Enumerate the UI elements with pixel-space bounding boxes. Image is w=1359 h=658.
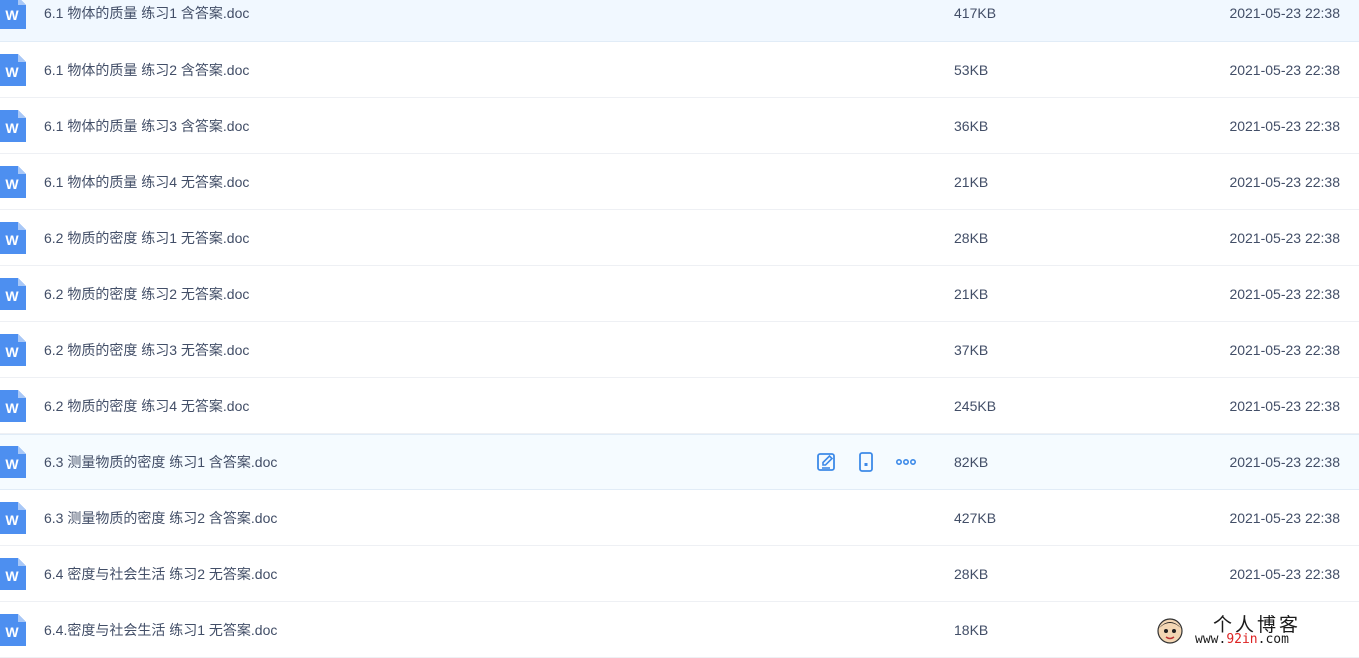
file-modified: 2021-05-23 22:38 <box>1229 61 1340 78</box>
file-row[interactable]: W 6.1 物体的质量 练习4 无答案.doc 21KB 2021-05-23 22:… <box>0 154 1359 210</box>
file-modified: 2021-05-23 22:38 <box>1229 229 1340 246</box>
file-name[interactable]: 6.2 物质的密度 练习1 无答案.doc <box>44 228 249 248</box>
svg-text:W: W <box>5 512 19 528</box>
file-row[interactable]: W 6.2 物质的密度 练习1 无答案.doc 28KB 2021-05-23 22:… <box>0 210 1359 266</box>
svg-text:W: W <box>5 568 19 584</box>
svg-text:W: W <box>5 232 19 248</box>
file-size: 427KB <box>954 509 997 526</box>
file-name[interactable]: 6.1 物体的质量 练习1 含答案.doc <box>44 3 249 23</box>
file-row[interactable]: W 6.3 测量物质的密度 练习2 含答案.doc 427KB 2021-05-23 … <box>0 490 1359 546</box>
file-row[interactable]: W 6.1 物体的质量 练习2 含答案.doc 53KB 2021-05-23 22:… <box>0 42 1359 98</box>
file-row[interactable]: W 6.1 物体的质量 练习3 含答案.doc 36KB 2021-05-23 22:… <box>0 98 1359 154</box>
svg-text:W: W <box>5 624 19 640</box>
watermark: 个人博客 www.92in.com <box>1155 614 1341 654</box>
more-icon[interactable] <box>895 451 917 473</box>
svg-text:W: W <box>5 64 19 80</box>
file-modified: 2021-05-23 22:38 <box>1229 173 1340 190</box>
file-size: 245KB <box>954 397 997 414</box>
file-modified: 2021-05-23 22:38 <box>1229 509 1340 526</box>
word-doc-icon: W <box>0 53 26 86</box>
file-row[interactable]: W 6.4 密度与社会生活 练习2 无答案.doc 28KB 2021-05-23 2… <box>0 546 1359 602</box>
file-row[interactable]: W 6.2 物质的密度 练习2 无答案.doc 21KB 2021-05-23 22:… <box>0 266 1359 322</box>
file-size: 36KB <box>954 117 989 134</box>
word-doc-icon: W <box>0 277 26 310</box>
file-name[interactable]: 6.3 测量物质的密度 练习1 含答案.doc <box>44 452 277 472</box>
file-name[interactable]: 6.4.密度与社会生活 练习1 无答案.doc <box>44 620 277 640</box>
file-modified: 2021-05-23 22:38 <box>1229 565 1340 582</box>
word-doc-icon: W <box>0 221 26 254</box>
svg-text:W: W <box>5 400 19 416</box>
word-doc-icon: W <box>0 109 26 142</box>
file-size: 37KB <box>954 341 989 358</box>
file-name[interactable]: 6.2 物质的密度 练习2 无答案.doc <box>44 284 249 304</box>
file-row[interactable]: W 6.2 物质的密度 练习3 无答案.doc 37KB 2021-05-23 22:… <box>0 322 1359 378</box>
word-doc-icon: W <box>0 389 26 422</box>
file-modified: 2021-05-23 22:38 <box>1229 285 1340 302</box>
file-row[interactable]: W 6.2 物质的密度 练习4 无答案.doc 245KB 2021-05-23 22… <box>0 378 1359 434</box>
word-doc-icon: W <box>0 557 26 590</box>
file-name[interactable]: 6.3 测量物质的密度 练习2 含答案.doc <box>44 508 277 528</box>
word-doc-icon: W <box>0 613 26 646</box>
word-doc-icon: W <box>0 0 26 29</box>
svg-text:W: W <box>5 120 19 136</box>
file-size: 417KB <box>954 5 997 21</box>
file-size: 18KB <box>954 621 989 638</box>
file-row[interactable]: W 6.1 物体的质量 练习1 含答案.doc 417KB 2021-05-23 22… <box>0 0 1359 42</box>
file-modified: 2021-05-23 22:38 <box>1229 117 1340 134</box>
file-name[interactable]: 6.2 物质的密度 练习3 无答案.doc <box>44 340 249 360</box>
watermark-avatar-icon <box>1157 618 1183 644</box>
word-doc-icon: W <box>0 333 26 366</box>
word-doc-icon: W <box>0 501 26 534</box>
row-actions <box>815 451 917 473</box>
file-size: 28KB <box>954 229 989 246</box>
file-name[interactable]: 6.2 物质的密度 练习4 无答案.doc <box>44 396 249 416</box>
svg-text:W: W <box>5 344 19 360</box>
file-size: 53KB <box>954 61 989 78</box>
file-size: 21KB <box>954 173 989 190</box>
svg-text:W: W <box>5 288 19 304</box>
file-name[interactable]: 6.1 物体的质量 练习3 含答案.doc <box>44 116 249 136</box>
svg-text:W: W <box>5 7 19 23</box>
file-name[interactable]: 6.1 物体的质量 练习2 含答案.doc <box>44 60 249 80</box>
file-name[interactable]: 6.4 密度与社会生活 练习2 无答案.doc <box>44 564 277 584</box>
svg-text:W: W <box>5 456 19 472</box>
word-doc-icon: W <box>0 165 26 198</box>
file-modified: 2021-05-23 22:38 <box>1229 454 1340 470</box>
file-modified: 2021-05-23 22:38 <box>1229 341 1340 358</box>
svg-text:W: W <box>5 176 19 192</box>
file-list: W 6.1 物体的质量 练习1 含答案.doc 417KB 2021-05-23 22… <box>0 0 1359 658</box>
file-size: 82KB <box>954 454 989 470</box>
file-modified: 2021-05-23 22:38 <box>1229 5 1340 21</box>
file-row[interactable]: W 6.3 测量物质的密度 练习1 含答案.doc 82KB 2021-05-23 2… <box>0 434 1359 490</box>
phone-icon[interactable] <box>855 451 877 473</box>
edit-icon[interactable] <box>815 451 837 473</box>
word-doc-icon: W <box>0 446 26 478</box>
file-size: 28KB <box>954 565 989 582</box>
file-modified: 2021-05-23 22:38 <box>1229 397 1340 414</box>
file-size: 21KB <box>954 285 989 302</box>
watermark-url: www.92in.com <box>1195 632 1289 647</box>
file-name[interactable]: 6.1 物体的质量 练习4 无答案.doc <box>44 172 249 192</box>
